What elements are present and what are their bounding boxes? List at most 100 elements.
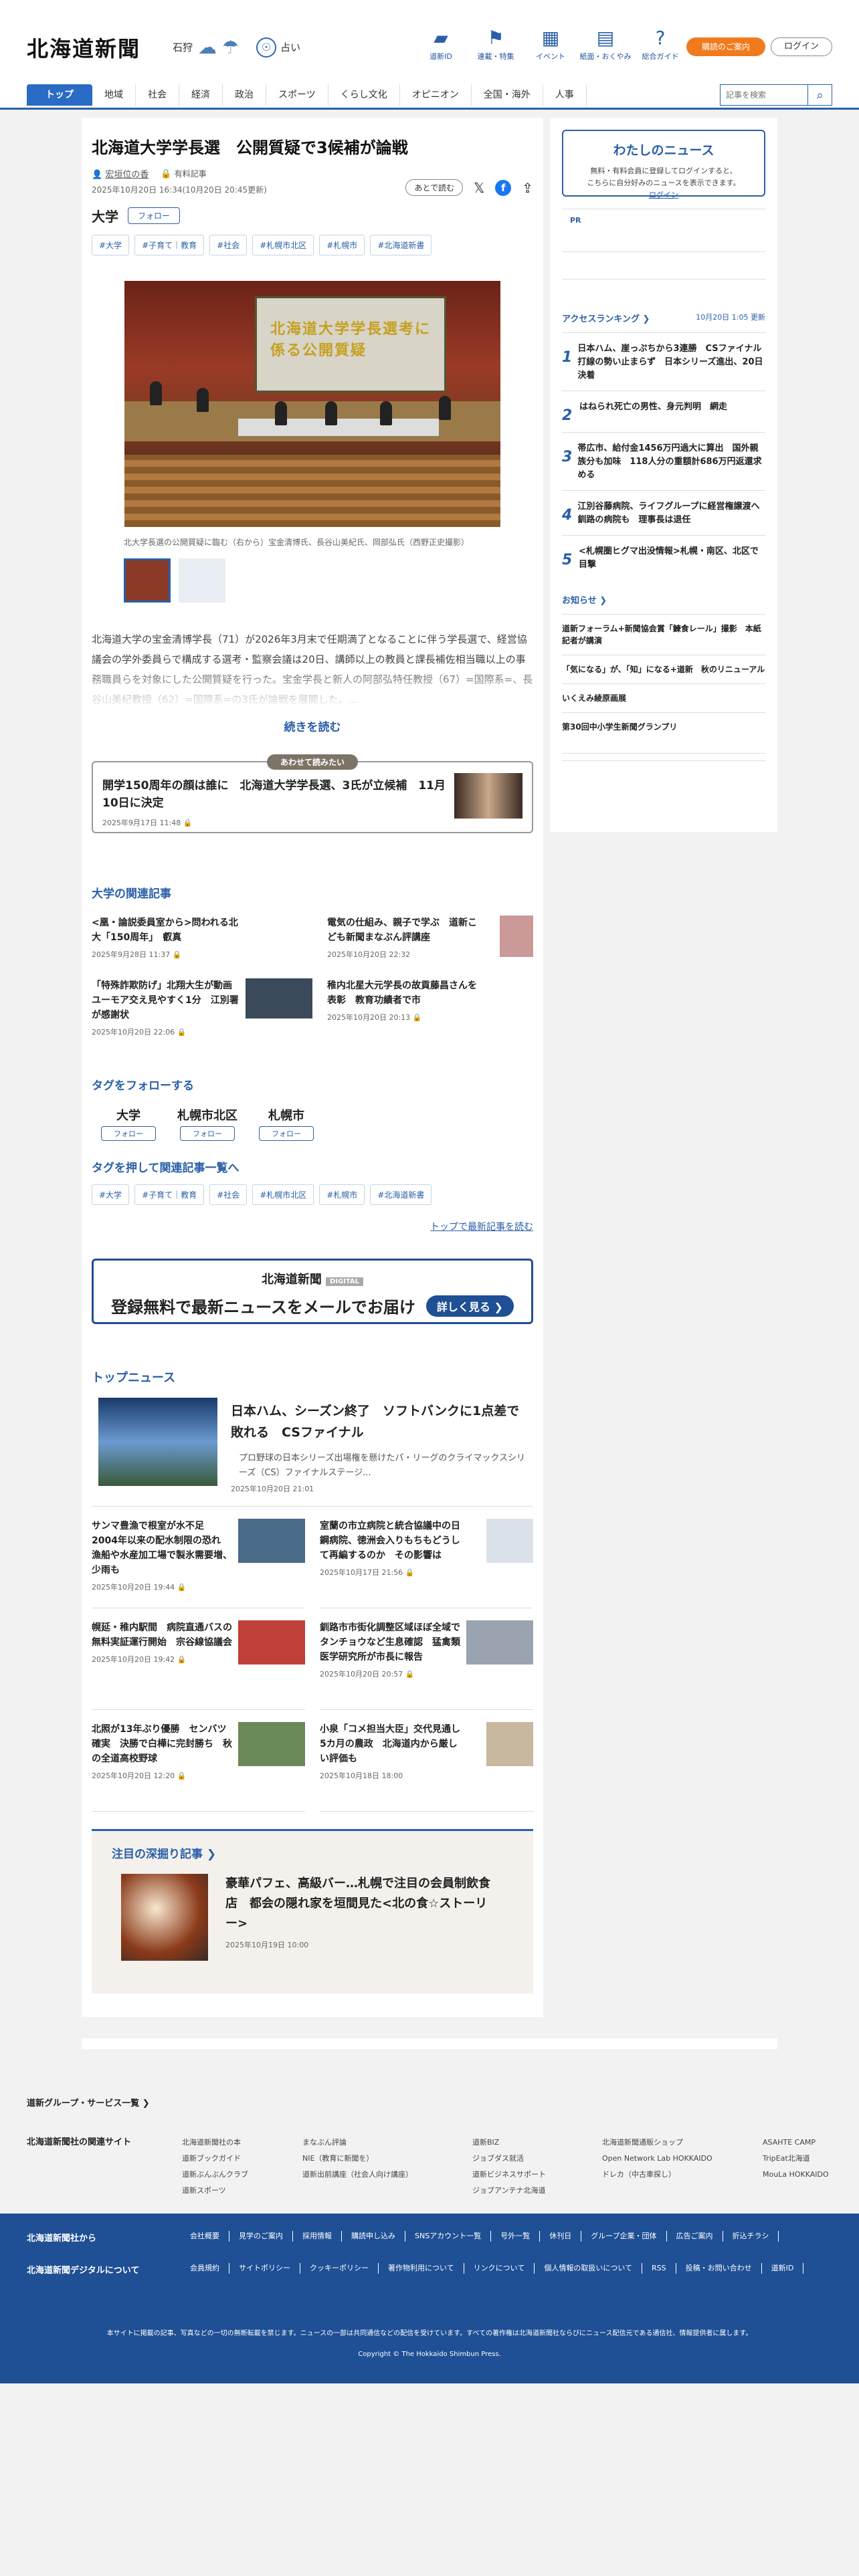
tag-link[interactable]: #社会: [209, 235, 248, 255]
gnav-life[interactable]: くらし文化: [328, 84, 400, 106]
footer-link[interactable]: 道新ビジネスサポート: [472, 2167, 546, 2183]
services-link[interactable]: 道新グループ・サービス一覧 ❯: [27, 2096, 150, 2109]
header-nav-paper[interactable]: ▤ 紙面・おくやみ: [578, 25, 633, 62]
footer-link[interactable]: サイトポリシー: [229, 2263, 300, 2274]
tag-link[interactable]: #札幌市北区: [252, 235, 314, 255]
site-logo[interactable]: 北海道新聞: [27, 32, 140, 63]
footer-link[interactable]: 道新ID: [762, 2263, 804, 2274]
footer-link[interactable]: TripEat北海道: [763, 2151, 829, 2167]
photo-thumbnail[interactable]: [179, 558, 225, 603]
search-input[interactable]: [720, 84, 808, 106]
footer-link[interactable]: 道新ブックガイド: [182, 2151, 248, 2167]
gnav-opinion[interactable]: オピニオン: [400, 84, 472, 106]
newsletter-banner[interactable]: 北海道新聞 DIGITAL 登録無料で最新ニュースをメールでお届け 詳しく見る ❯: [92, 1259, 533, 1324]
gnav-politics[interactable]: 政治: [223, 84, 266, 106]
footer-link[interactable]: 道新ぶんぶんクラブ: [182, 2167, 248, 2183]
ranking-item[interactable]: 4 江別谷藤病院、ライフグループに経営権譲渡へ 釧路の病院も 理事長は退任: [562, 490, 769, 527]
footer-link[interactable]: グループ企業・団体: [581, 2231, 667, 2242]
footer-link[interactable]: NIE（教育に新聞を）: [302, 2151, 413, 2167]
ranking-item[interactable]: 1 日本ハム、崖っぷちから3連勝 CSファイナル 打線の勢い止まらず 日本シリーズ…: [562, 332, 770, 383]
top-news-item[interactable]: 小泉「コメ担当大臣」交代見通し 5カ月の農政 北海道内から厳しい評価も 2025年…: [320, 1710, 533, 1812]
footer-link[interactable]: 北海道新聞通販ショップ: [602, 2135, 712, 2151]
footer-link[interactable]: ジョブダス就活: [472, 2151, 546, 2167]
gnav-personnel[interactable]: 人事: [543, 84, 587, 106]
tag-link[interactable]: #大学: [92, 1184, 130, 1205]
fortune-link[interactable]: ☉ 占い: [256, 37, 300, 58]
ranking-heading[interactable]: アクセスランキング ❯: [562, 312, 650, 324]
follow-tag-button[interactable]: フォロー: [180, 1126, 235, 1141]
footer-link[interactable]: 会社概要: [181, 2231, 229, 2242]
facebook-share-icon[interactable]: f: [495, 179, 512, 196]
photo-thumbnail[interactable]: [124, 558, 171, 603]
footer-link[interactable]: クッキーポリシー: [300, 2263, 379, 2274]
footer-link[interactable]: 採用情報: [293, 2231, 342, 2242]
search-icon[interactable]: ⌕: [808, 84, 832, 106]
tag-link[interactable]: #北海道新書: [370, 1184, 432, 1205]
tag-link[interactable]: #北海道新書: [370, 235, 432, 255]
top-news-item[interactable]: 幌延・稚内駅間 病院直通バスの無料実証運行開始 宗谷線協議会 2025年10月20…: [92, 1608, 305, 1710]
header-nav-guide[interactable]: ? 総合ガイド: [633, 25, 688, 62]
gnav-society[interactable]: 社会: [136, 84, 179, 106]
tag-link[interactable]: #札幌市: [319, 235, 365, 255]
related-item[interactable]: 「特殊詐欺防げ」北翔大生が動画 ユーモア交え見やすく1分 江別署が感謝状 2025…: [92, 978, 312, 1037]
ranking-item[interactable]: 3 帯広市、給付金1456万円過大に算出 国外親族分も加味 118人分の重額計68…: [562, 432, 765, 482]
footer-link[interactable]: 北海道新聞社の本: [182, 2135, 248, 2151]
together-card[interactable]: あわせて読みたい 開学150周年の顔は誰に 北海道大学学長選、3氏が立候補 11…: [92, 754, 533, 833]
footer-link[interactable]: 号外一覧: [491, 2231, 541, 2242]
footer-link[interactable]: 購読申し込み: [342, 2231, 405, 2242]
top-news-item[interactable]: 室蘭の市立病院と統合協議中の日鋼病院、徳洲会入りもちもどうして再編するのか その…: [320, 1507, 533, 1608]
related-item[interactable]: 稚内北星大元学長の故貢藤昌さんを表彰 教育功績者で市 2025年10月20日 20…: [327, 978, 533, 1037]
footer-link[interactable]: RSS: [642, 2263, 676, 2274]
weather-widget[interactable]: 石狩 ☁ ☂ ☉ 占い: [173, 36, 300, 58]
notice-item[interactable]: 道新フォーラム+新聞協会賞「鰊食レール」撮影 本紙記者が講演: [562, 614, 765, 647]
ranking-item[interactable]: 5 <札幌圏ヒグマ出没情報>札幌・南区、北区で目撃: [562, 535, 765, 572]
gnav-economy[interactable]: 経済: [179, 84, 223, 106]
footer-link[interactable]: ジョブアンテナ北海道: [472, 2183, 546, 2199]
notice-item[interactable]: いくえみ綾原画展: [562, 683, 765, 704]
related-item[interactable]: 電気の仕組み、親子で学ぶ 道新こども新聞まなぶん評講座 2025年10月20日 2…: [327, 916, 533, 960]
footer-link[interactable]: ASAHTE CAMP: [763, 2135, 829, 2151]
tag-link[interactable]: #大学: [92, 235, 130, 255]
related-item[interactable]: <凰・論説委員室から>問われる北大「150周年」 叡真 2025年9月28日 11…: [92, 916, 312, 960]
footer-link[interactable]: 折込チラシ: [723, 2231, 779, 2242]
x-share-icon[interactable]: 𝕏: [474, 180, 484, 196]
follow-tag-button[interactable]: フォロー: [101, 1126, 156, 1141]
footer-link[interactable]: まなぶん評論: [302, 2135, 413, 2151]
deep-dive-section[interactable]: 注目の深掘り記事 ❯ 豪華パフェ、高級バー…札幌で注目の会員制飲食店 都会の隠れ…: [92, 1829, 533, 1994]
notice-item[interactable]: 「気になる」が、「知」になる+道新 秋のリニューアル: [562, 655, 765, 675]
read-more-link[interactable]: 続きを読む: [92, 718, 533, 734]
header-nav-id[interactable]: ▰ 道新ID: [413, 25, 468, 62]
follow-category-button[interactable]: フォロー: [128, 207, 181, 224]
header-nav-series[interactable]: ⚑ 連載・特集: [468, 25, 523, 62]
top-latest-link[interactable]: トップで最新記事を読む: [92, 1220, 533, 1233]
notice-heading[interactable]: お知らせ ❯: [562, 593, 765, 606]
footer-link[interactable]: 休刊日: [540, 2231, 582, 2242]
tag-link[interactable]: #子育て｜教育: [134, 1184, 205, 1205]
footer-link[interactable]: 投稿・お問い合わせ: [676, 2263, 762, 2274]
footer-link[interactable]: 個人情報の取扱いについて: [535, 2263, 643, 2274]
top-news-item[interactable]: 北照が13年ぶり優勝 センバツ確実 決勝で白樺に完封勝ち 秋の全道高校野球 202…: [92, 1710, 305, 1812]
header-nav-event[interactable]: ▦ イベント: [523, 25, 578, 62]
tag-link[interactable]: #社会: [209, 1184, 248, 1205]
notice-item[interactable]: 第30回中小学生新聞グランプリ: [562, 712, 765, 733]
top-news-item[interactable]: 釧路市市街化調整区域ほぼ全域でタンチョウなど生息確認 猛禽類医学研究所が市長に報…: [320, 1608, 533, 1710]
share-icon[interactable]: ⇪: [522, 180, 533, 196]
author-link[interactable]: 宏垣位の香: [105, 170, 149, 180]
ranking-item[interactable]: 2 はねられ死亡の男性、身元判明 網走: [562, 391, 765, 424]
gnav-world[interactable]: 全国・海外: [472, 84, 543, 106]
deep-dive-heading[interactable]: 注目の深掘り記事 ❯: [112, 1844, 216, 1861]
tag-link[interactable]: #札幌市: [319, 1184, 365, 1205]
banner-button[interactable]: 詳しく見る ❯: [425, 1295, 514, 1317]
footer-link[interactable]: 著作物利用について: [379, 2263, 464, 2274]
footer-link[interactable]: 見学のご案内: [229, 2231, 293, 2242]
footer-link[interactable]: 道新出前講座（社会人向け講座）: [302, 2167, 413, 2183]
footer-link[interactable]: Open Network Lab HOKKAIDO: [602, 2151, 712, 2167]
top-news-main[interactable]: 日本ハム、シーズン終了 ソフトバンクに1点差で敗れる CSファイナル プロ野球の…: [92, 1398, 533, 1494]
footer-link[interactable]: ドレカ（中古車探し）: [602, 2167, 712, 2183]
footer-link[interactable]: 広告ご案内: [667, 2231, 723, 2242]
footer-link[interactable]: 会員規約: [181, 2263, 229, 2274]
footer-link[interactable]: リンクについて: [464, 2263, 535, 2274]
gnav-region[interactable]: 地域: [92, 84, 136, 106]
subscribe-button[interactable]: 購読のご案内: [686, 37, 765, 56]
footer-link[interactable]: 道新スポーツ: [182, 2183, 248, 2199]
